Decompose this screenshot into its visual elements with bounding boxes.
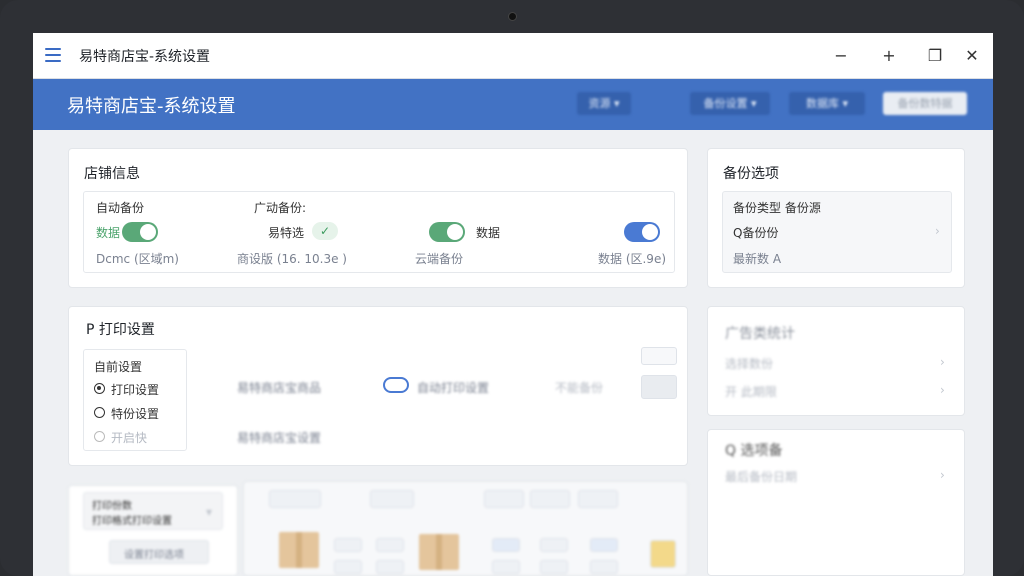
store-info-title: 店铺信息 [84, 166, 140, 182]
camera-dot [508, 12, 517, 21]
print-count-select[interactable]: 打印份数 打印格式打印设置 ▾ [83, 492, 223, 530]
print-row-b: 自动打印设置 [417, 381, 490, 395]
window-title: 易特商店宝-系统设置 [79, 49, 211, 65]
grid-cell [590, 538, 618, 552]
auto-backup-status: 数据 [96, 226, 121, 240]
print-row-c: 不能备份 [555, 381, 604, 395]
backup-options-title: 备份选项 [723, 166, 779, 182]
backup-settings-dropdown[interactable]: 备份设置 ▾ [690, 92, 770, 115]
grid-cell [334, 538, 362, 552]
grid-tab[interactable] [370, 490, 414, 508]
search-options-card: Q 选项备 最后备份日期 › [707, 429, 965, 576]
print-options-list: 自前设置 打印设置 特份设置 开启快 [83, 349, 187, 451]
chevron-right-icon[interactable]: › [935, 224, 940, 238]
avatar-icon [641, 375, 677, 399]
grid-cell [334, 560, 362, 574]
grid-tab[interactable] [578, 490, 618, 508]
advanced-stats-card: 广告类统计 选择数份 › 开 此期限 › [707, 306, 965, 416]
grid-tab[interactable] [530, 490, 570, 508]
maximize-icon[interactable]: + [874, 43, 904, 69]
manual-backup-label: 广动备份: [254, 201, 307, 215]
grid-tab[interactable] [269, 490, 321, 508]
advanced-row-2[interactable]: 开 此期限 [725, 383, 777, 400]
backup-row-1[interactable]: Q备份份 [733, 224, 778, 241]
auto-print-toggle[interactable] [383, 377, 409, 393]
backup-data-button[interactable]: 备份数特据 [883, 92, 967, 115]
page-title: 易特商店宝-系统设置 [67, 96, 236, 117]
sticky-note-icon [650, 540, 676, 568]
preview-thumbnail [641, 347, 677, 365]
store-info-card: 店铺信息 自动备份 广动备份: 数据 易特选 ✓ 数据 Dcmc (区域m) 商… [68, 148, 688, 288]
path-note: Dcmc (区域m) [96, 252, 179, 266]
store-settings-panel: 自动备份 广动备份: 数据 易特选 ✓ 数据 Dcmc (区域m) 商设版 (1… [83, 191, 675, 273]
search-row-1[interactable]: 最后备份日期 [725, 468, 797, 485]
switch3-label: 数据 [476, 226, 501, 240]
product-grid [243, 481, 688, 576]
print-settings-card: P 打印设置 自前设置 打印设置 特份设置 开启快 易特商店宝商品 自动打印设置… [68, 306, 688, 466]
database-dropdown[interactable]: 数据库 ▾ [789, 92, 865, 115]
grid-cell [492, 560, 520, 574]
print-option-1[interactable]: 自前设置 [94, 358, 142, 375]
grid-cell [492, 538, 520, 552]
version-note: 数据 (区.9e) [598, 252, 667, 266]
grid-cell [376, 560, 404, 574]
advanced-title: 广告类统计 [725, 326, 795, 342]
radio-special-settings[interactable] [94, 407, 105, 418]
grid-cell [590, 560, 618, 574]
app-header: 易特商店宝-系统设置 资源 ▾ 备份设置 ▾ 数据库 ▾ 备份数特据 [33, 79, 993, 130]
grid-tab[interactable] [484, 490, 524, 508]
print-option-4[interactable]: 开启快 [111, 429, 147, 446]
title-bar: 易特商店宝-系统设置 − + ❐ ✕ [33, 33, 993, 79]
check-icon[interactable]: ✓ [312, 222, 338, 240]
print-count-line1: 打印份数 [92, 501, 132, 512]
chevron-right-icon[interactable]: › [940, 383, 945, 397]
minimize-icon[interactable]: − [826, 43, 856, 69]
package-image [279, 532, 319, 568]
advanced-row-1[interactable]: 选择数份 [725, 355, 773, 372]
print-count-line2: 打印格式打印设置 [92, 516, 172, 527]
time-note: 商设版 (16. 10.3e ) [237, 252, 347, 266]
print-row-d: 易特商店宝设置 [237, 431, 322, 445]
print-row-a: 易特商店宝商品 [237, 381, 322, 395]
cloud-note: 云端备份 [415, 252, 464, 266]
backup-subtitle: 备份类型 备份源 [733, 201, 821, 215]
search-title: Q 选项备 [725, 443, 783, 459]
grid-cell [540, 560, 568, 574]
close-icon[interactable]: ✕ [957, 43, 987, 69]
print-count-card: 打印份数 打印格式打印设置 ▾ 设置打印选项 [68, 485, 238, 576]
hamburger-menu-icon[interactable] [45, 48, 61, 62]
device-frame: 易特商店宝-系统设置 − + ❐ ✕ 易特商店宝-系统设置 资源 ▾ 备份设置 … [0, 0, 1024, 576]
scheme-label: 易特选 [268, 226, 305, 240]
app-window: 易特商店宝-系统设置 − + ❐ ✕ 易特商店宝-系统设置 资源 ▾ 备份设置 … [33, 33, 993, 576]
version-toggle[interactable] [624, 222, 660, 242]
radio-quick[interactable] [94, 431, 105, 442]
auto-backup-toggle[interactable] [122, 222, 158, 242]
print-settings-title: P 打印设置 [86, 322, 155, 338]
radio-print-settings[interactable] [94, 383, 105, 394]
grid-cell [376, 538, 404, 552]
print-option-3[interactable]: 特份设置 [111, 405, 159, 422]
resource-dropdown[interactable]: 资源 ▾ [577, 92, 631, 115]
package-image [419, 534, 459, 570]
backup-options-card: 备份选项 备份类型 备份源 Q备份份 › 最新数 A [707, 148, 965, 288]
cloud-backup-toggle[interactable] [429, 222, 465, 242]
chevron-right-icon[interactable]: › [940, 355, 945, 369]
chevron-down-icon[interactable]: ▾ [206, 505, 212, 519]
restore-icon[interactable]: ❐ [920, 43, 950, 69]
print-option-2[interactable]: 打印设置 [111, 381, 159, 398]
backup-options-panel: 备份类型 备份源 Q备份份 › 最新数 A [722, 191, 952, 273]
auto-backup-label: 自动备份 [96, 201, 145, 215]
print-options-button[interactable]: 设置打印选项 [109, 540, 209, 564]
print-options-button-label: 设置打印选项 [124, 550, 184, 561]
grid-cell [540, 538, 568, 552]
backup-row-2: 最新数 A [733, 252, 782, 266]
chevron-right-icon[interactable]: › [940, 468, 945, 482]
